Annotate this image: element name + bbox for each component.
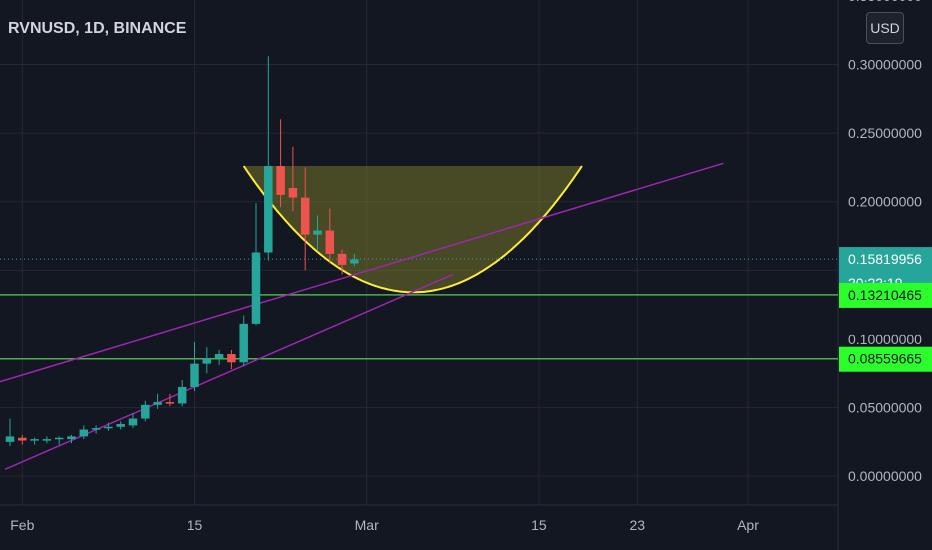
currency-button[interactable]: USD	[866, 12, 904, 44]
candle-up[interactable]	[104, 426, 113, 429]
candle-down[interactable]	[288, 188, 298, 198]
candle-up[interactable]	[79, 429, 89, 437]
candle-up[interactable]	[177, 386, 187, 404]
candle-up[interactable]	[42, 439, 52, 441]
x-tick-label: Apr	[737, 517, 759, 533]
y-tick-label: 0.20000000	[848, 194, 922, 210]
candle-up[interactable]	[313, 230, 322, 235]
y-tick-label: 0.30000000	[848, 56, 922, 72]
candle-up[interactable]	[128, 418, 138, 426]
x-tick-label: 23	[630, 517, 646, 533]
x-tick-label: 15	[187, 517, 203, 533]
candle-up[interactable]	[54, 437, 64, 440]
candle-down[interactable]	[227, 354, 236, 363]
candle-down[interactable]	[325, 230, 335, 254]
candle-up[interactable]	[190, 363, 199, 387]
symbol-title: RVNUSD, 1D, BINANCE	[8, 20, 187, 37]
y-tick-label-partial: 0.10000000	[848, 331, 922, 347]
candle-down[interactable]	[300, 197, 310, 235]
candle-up[interactable]	[264, 166, 273, 253]
candle-up[interactable]	[5, 436, 15, 442]
last-price-value: 0.15819956	[848, 251, 922, 267]
candle-down[interactable]	[18, 437, 27, 441]
candle-up[interactable]	[214, 354, 224, 359]
level-price-value: 0.08559665	[848, 351, 922, 367]
candle-down[interactable]	[276, 166, 285, 195]
y-tick-label: 0.25000000	[848, 125, 922, 141]
y-tick-label: 0.05000000	[848, 400, 922, 416]
candle-up[interactable]	[251, 252, 261, 324]
candle-up[interactable]	[67, 436, 76, 440]
y-tick-label: 0.35000000	[848, 0, 922, 4]
candle-up[interactable]	[141, 404, 150, 419]
x-tick-label: Feb	[10, 517, 34, 533]
candle-up[interactable]	[153, 402, 162, 405]
x-tick-label: Mar	[355, 517, 379, 533]
price-chart[interactable]: 0.000000000.050000000.150000000.20000000…	[0, 0, 932, 550]
x-tick-label: 15	[531, 517, 547, 533]
candle-up[interactable]	[30, 439, 39, 441]
candle-up[interactable]	[91, 428, 101, 430]
candle-down[interactable]	[165, 402, 175, 404]
candle-down[interactable]	[337, 253, 347, 265]
y-tick-label: 0.00000000	[848, 468, 922, 484]
level-price-value: 0.13210465	[848, 287, 922, 303]
candle-up[interactable]	[239, 323, 248, 363]
candle-up[interactable]	[116, 424, 125, 427]
chart-root: 0.000000000.050000000.150000000.20000000…	[0, 0, 932, 550]
candle-up[interactable]	[350, 259, 359, 264]
lower-trendline	[4, 273, 454, 471]
candle-up[interactable]	[202, 358, 212, 364]
